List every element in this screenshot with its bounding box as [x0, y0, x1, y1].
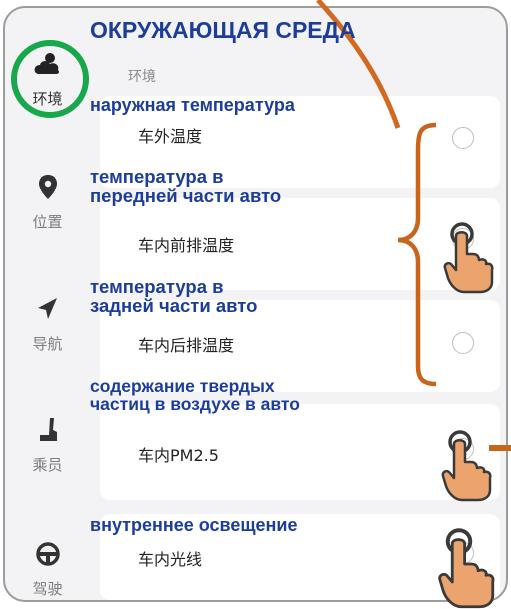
annotation-title: ОКРУЖАЮЩАЯ СРЕДА: [90, 17, 356, 43]
sidebar-item-driving[interactable]: 驾驶: [5, 540, 90, 599]
annotation-pm25: содержание твердых частиц в воздухе в ав…: [90, 377, 300, 414]
annotation-line-text: внутреннее освещение: [90, 515, 298, 535]
sidebar-item-label: 导航: [32, 335, 63, 353]
annotation-line-text: частиц в воздухе в авто: [90, 394, 300, 415]
steering-wheel-icon: [35, 542, 60, 566]
highlight-circle: [11, 40, 89, 118]
sidebar-item-passenger[interactable]: 乘员: [5, 416, 90, 475]
hand-pointer-icon: [441, 430, 492, 502]
sidebar-item-label: 乘员: [32, 456, 63, 474]
annotation-line-text: передней части авто: [90, 185, 282, 207]
section-title: 环境: [128, 69, 156, 85]
navigation-arrow-icon: [37, 298, 57, 319]
hand-pointer-icon: [438, 528, 495, 609]
option-label: 车内PM2.5: [138, 446, 219, 465]
annotation-cabin-light: внутреннее освещение: [90, 516, 298, 535]
annotation-line-text: содержание твердых: [90, 376, 275, 396]
option-label: 车内光线: [138, 550, 203, 569]
annotation-outside-temp: наружная температура: [90, 96, 295, 115]
option-radio[interactable]: [452, 127, 474, 149]
option-label: 车内后排温度: [138, 336, 235, 355]
sidebar-item-label: 位置: [32, 213, 63, 231]
sidebar-item-label: 驾驶: [32, 580, 63, 598]
annotation-line-text: задней части авто: [90, 295, 258, 317]
sidebar-item-location[interactable]: 位置: [5, 173, 90, 232]
location-pin-icon: [38, 175, 57, 199]
annotation-rear-temp: температура в задней части авто: [90, 277, 257, 316]
annotation-line-text: температура в: [90, 166, 224, 187]
hand-pointer-icon: [443, 222, 494, 294]
annotation-front-temp: температура в передней части авто: [90, 167, 281, 206]
annotation-line-text: наружная температура: [90, 95, 295, 115]
option-radio[interactable]: [452, 332, 474, 354]
passenger-seat-icon: [39, 418, 57, 441]
option-label: 车内前排温度: [138, 236, 235, 255]
sidebar-item-navigation[interactable]: 导航: [5, 295, 90, 354]
annotation-line-text: температура в: [90, 276, 224, 297]
option-label: 车外温度: [138, 127, 203, 146]
